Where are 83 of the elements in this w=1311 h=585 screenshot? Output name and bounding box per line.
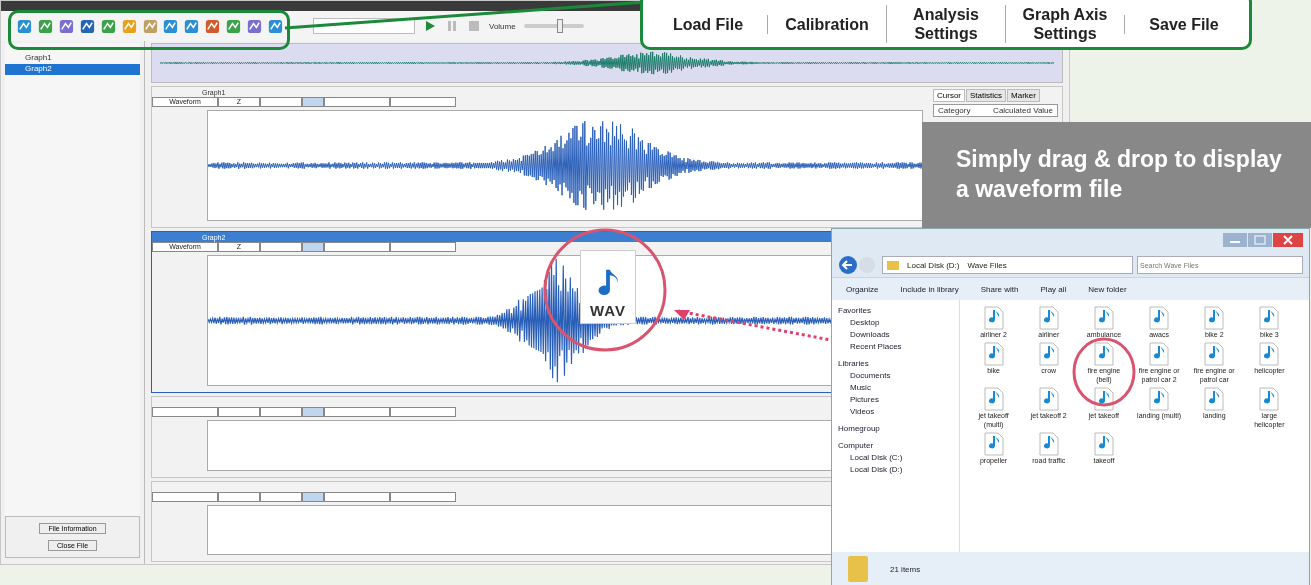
audio-file-icon[interactable] bbox=[1204, 387, 1225, 411]
audio-file-icon[interactable] bbox=[1204, 306, 1225, 330]
option-field[interactable] bbox=[302, 407, 324, 418]
audio-file-icon[interactable] bbox=[1038, 306, 1059, 330]
callout-label: Graph Axis Settings bbox=[1005, 5, 1124, 43]
folder-icon bbox=[887, 260, 899, 270]
close-icon[interactable] bbox=[1273, 233, 1303, 247]
tree-item[interactable]: Graph2 bbox=[5, 64, 140, 75]
option-field[interactable] bbox=[302, 242, 324, 253]
item-count: 21 items bbox=[890, 564, 921, 574]
option-field[interactable] bbox=[260, 491, 302, 502]
option-field[interactable] bbox=[260, 242, 302, 253]
mode-field[interactable] bbox=[152, 491, 218, 502]
address-bar[interactable]: Local Disk (D:) Wave Files bbox=[882, 256, 1133, 274]
audio-file-icon[interactable] bbox=[1149, 342, 1170, 366]
audio-file-icon[interactable] bbox=[983, 306, 1004, 330]
volume-label: Volume bbox=[489, 21, 516, 31]
panel-tab[interactable]: Cursor bbox=[933, 89, 965, 102]
option-field[interactable] bbox=[324, 407, 390, 418]
nav-item[interactable]: Documents bbox=[838, 371, 953, 380]
nav-item[interactable]: Recent Places bbox=[838, 342, 953, 351]
nav-item[interactable]: Homegroup bbox=[838, 424, 953, 433]
audio-file-icon[interactable] bbox=[1093, 387, 1114, 411]
callout-label: Analysis Settings bbox=[886, 5, 1005, 43]
option-field[interactable] bbox=[390, 407, 456, 418]
audio-file-icon[interactable] bbox=[1093, 432, 1114, 456]
option-field[interactable] bbox=[390, 97, 456, 107]
nav-item[interactable]: Music bbox=[838, 383, 953, 392]
audio-file-icon[interactable] bbox=[983, 432, 1004, 456]
audio-file-icon[interactable] bbox=[1093, 342, 1114, 366]
column-header: Calculated Value bbox=[993, 106, 1053, 115]
audio-file-icon[interactable] bbox=[1093, 306, 1114, 330]
option-field[interactable] bbox=[260, 407, 302, 418]
option-field[interactable] bbox=[324, 242, 390, 253]
audio-file-icon[interactable] bbox=[983, 342, 1004, 366]
mode-field[interactable] bbox=[152, 407, 218, 418]
column-header: Category bbox=[938, 106, 971, 115]
drag-drop-tooltip: Simply drag & drop to display a waveform file bbox=[922, 122, 1311, 228]
callout-label: Calibration bbox=[767, 14, 886, 34]
volume-slider-thumb[interactable] bbox=[556, 19, 563, 33]
audio-file-icon[interactable] bbox=[983, 387, 1004, 411]
audio-file-icon[interactable] bbox=[1038, 387, 1059, 411]
audio-file-icon[interactable] bbox=[1149, 387, 1170, 411]
audio-file-icon[interactable] bbox=[1038, 342, 1059, 366]
audio-file-icon[interactable] bbox=[1259, 342, 1280, 366]
callout-label: Save File bbox=[1124, 14, 1243, 34]
option-field[interactable] bbox=[302, 97, 324, 107]
option-field[interactable] bbox=[324, 491, 390, 502]
folder-icon bbox=[846, 554, 870, 584]
command-button[interactable]: Share with bbox=[980, 284, 1019, 294]
option-field[interactable] bbox=[390, 491, 456, 502]
panel-tab[interactable]: Statistics bbox=[966, 89, 1007, 102]
audio-file-icon[interactable] bbox=[1204, 342, 1225, 366]
audio-file-icon[interactable] bbox=[1038, 432, 1059, 456]
option-field[interactable] bbox=[302, 491, 324, 502]
nav-item[interactable]: Computer bbox=[838, 441, 953, 450]
option-field[interactable] bbox=[324, 97, 390, 107]
nav-item[interactable]: Videos bbox=[838, 407, 953, 416]
option-field[interactable] bbox=[260, 97, 302, 107]
nav-item[interactable]: Local Disk (D:) bbox=[838, 465, 953, 474]
nav-item[interactable]: Local Disk (C:) bbox=[838, 453, 953, 462]
panel-tab[interactable]: Marker bbox=[1007, 89, 1040, 102]
back-forward-icon[interactable] bbox=[838, 255, 878, 275]
nav-item[interactable]: Desktop bbox=[838, 318, 953, 327]
audio-file-icon[interactable] bbox=[1259, 387, 1280, 411]
play-icon[interactable] bbox=[423, 19, 437, 33]
breadcrumb[interactable]: Local Disk (D:) bbox=[907, 260, 960, 270]
audio-file-icon[interactable] bbox=[1259, 306, 1280, 330]
wav-file-icon: WAV bbox=[580, 250, 636, 324]
command-button[interactable]: Include in library bbox=[900, 284, 959, 294]
nav-item[interactable]: Downloads bbox=[838, 330, 953, 339]
nav-item[interactable]: Favorites bbox=[838, 306, 953, 315]
nav-item[interactable]: Pictures bbox=[838, 395, 953, 404]
callout-label: Load File bbox=[671, 14, 745, 34]
tree-item[interactable]: Graph1 bbox=[5, 53, 140, 64]
option-field[interactable] bbox=[390, 242, 456, 253]
command-button[interactable]: Organize bbox=[846, 284, 879, 294]
nav-item[interactable]: Libraries bbox=[838, 359, 953, 368]
highlight-circle bbox=[1072, 337, 1136, 407]
minimize-icon[interactable] bbox=[1223, 233, 1247, 247]
audio-file-icon[interactable] bbox=[1149, 306, 1170, 330]
command-button[interactable]: New folder bbox=[1088, 284, 1127, 294]
breadcrumb[interactable]: Wave Files bbox=[967, 260, 1007, 270]
